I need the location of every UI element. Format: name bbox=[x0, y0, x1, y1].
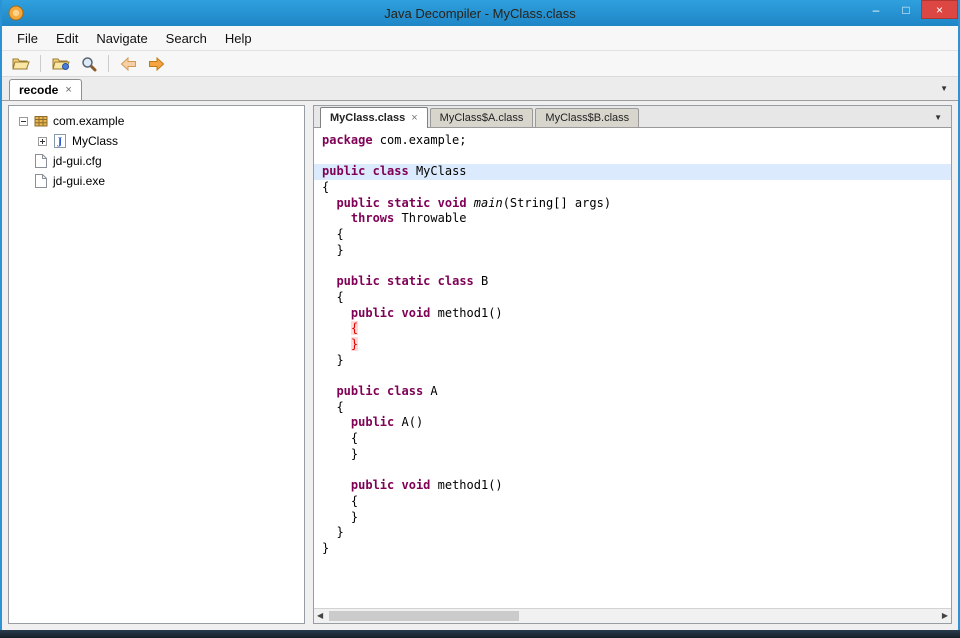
close-button[interactable]: × bbox=[921, 0, 958, 19]
workspace-tab-recode[interactable]: recode × bbox=[9, 79, 82, 100]
expand-icon[interactable] bbox=[38, 137, 47, 146]
tree-item-com-example[interactable]: com.example bbox=[9, 111, 304, 131]
menu-item-help[interactable]: Help bbox=[216, 28, 261, 49]
code-line: } bbox=[314, 510, 951, 526]
workspace-tab-dropdown-icon[interactable]: ▼ bbox=[940, 84, 948, 93]
open-folder-icon bbox=[12, 56, 30, 71]
editor-tab-strip: ▼ MyClass.class × MyClass$A.class MyClass$B… bbox=[314, 106, 951, 128]
file-icon bbox=[33, 154, 48, 168]
code-line: } bbox=[314, 447, 951, 463]
expander-spacer bbox=[19, 157, 28, 166]
back-arrow-icon bbox=[120, 57, 137, 71]
code-line: public A() bbox=[314, 415, 951, 431]
open-type-icon bbox=[52, 56, 70, 71]
back-button[interactable] bbox=[116, 53, 141, 75]
tree-item-myclass[interactable]: J MyClass bbox=[9, 131, 304, 151]
editor-tab-label: MyClass.class bbox=[330, 112, 405, 124]
package-icon bbox=[33, 114, 48, 128]
code-line: { bbox=[314, 290, 951, 306]
editor-tab-label: MyClass$B.class bbox=[545, 112, 629, 124]
code-line: public void method1() bbox=[314, 478, 951, 494]
menu-item-file[interactable]: File bbox=[8, 28, 47, 49]
menu-item-search[interactable]: Search bbox=[157, 28, 216, 49]
code-line bbox=[314, 368, 951, 384]
editor-tab-myclass-class[interactable]: MyClass.class × bbox=[320, 107, 428, 128]
editor-tab-label: MyClass$A.class bbox=[440, 112, 524, 124]
menubar: FileEditNavigateSearchHelp bbox=[2, 26, 958, 51]
workspace-tab-strip: recode × ▼ bbox=[2, 77, 958, 101]
open-type-button[interactable] bbox=[48, 53, 73, 75]
search-button[interactable] bbox=[76, 53, 101, 75]
scroll-left-icon[interactable]: ◀ bbox=[317, 611, 323, 620]
toolbar-separator bbox=[40, 55, 41, 72]
close-editor-tab-icon[interactable]: × bbox=[411, 112, 417, 124]
code-line: { bbox=[314, 494, 951, 510]
search-icon bbox=[81, 56, 97, 72]
scroll-right-icon[interactable]: ▶ bbox=[942, 611, 948, 620]
workspace-tab-label: recode bbox=[19, 83, 58, 97]
code-line bbox=[314, 149, 951, 165]
file-tree: com.example J MyClass jd-gui.cfg jd-gui.exe bbox=[8, 105, 305, 624]
code-line: } bbox=[314, 337, 951, 353]
code-line: { bbox=[314, 227, 951, 243]
toolbar-separator bbox=[108, 55, 109, 72]
svg-text:J: J bbox=[56, 138, 61, 148]
app-icon bbox=[8, 5, 24, 21]
code-line: package com.example; bbox=[314, 133, 951, 149]
code-line: { bbox=[314, 431, 951, 447]
code-line: { bbox=[314, 180, 951, 196]
tree-item-label: jd-gui.exe bbox=[53, 174, 105, 188]
code-area[interactable]: package com.example; public class MyClas… bbox=[314, 128, 951, 608]
collapse-icon[interactable] bbox=[19, 117, 28, 126]
code-line: throws Throwable bbox=[314, 211, 951, 227]
tree-item-label: MyClass bbox=[72, 134, 118, 148]
code-line: public static void main(String[] args) bbox=[314, 196, 951, 212]
tree-item-jd-gui-exe[interactable]: jd-gui.exe bbox=[9, 171, 304, 191]
minimize-button[interactable]: – bbox=[861, 0, 891, 19]
main-area: com.exampleJMyClassjd-gui.cfgjd-gui.exe … bbox=[2, 101, 958, 630]
toolbar bbox=[2, 51, 958, 77]
file-icon bbox=[33, 174, 48, 188]
code-line: } bbox=[314, 353, 951, 369]
code-line: public class MyClass bbox=[314, 164, 951, 180]
editor-tab-myclass-b-class[interactable]: MyClass$B.class bbox=[535, 108, 639, 127]
app-window: Java Decompiler - MyClass.class – □ × Fi… bbox=[0, 0, 960, 638]
code-line: public void method1() bbox=[314, 306, 951, 322]
code-line: { bbox=[314, 400, 951, 416]
code-line: public static class B bbox=[314, 274, 951, 290]
java-class-icon: J bbox=[52, 134, 67, 148]
expander-spacer bbox=[19, 177, 28, 186]
menu-item-navigate[interactable]: Navigate bbox=[87, 28, 156, 49]
window-controls: – □ × bbox=[861, 0, 958, 19]
editor-tab-dropdown-icon[interactable]: ▼ bbox=[934, 113, 942, 122]
forward-button[interactable] bbox=[144, 53, 169, 75]
editor-tab-myclass-a-class[interactable]: MyClass$A.class bbox=[430, 108, 534, 127]
panel-splitter[interactable] bbox=[305, 105, 313, 624]
code-line: } bbox=[314, 243, 951, 259]
code-line bbox=[314, 259, 951, 275]
code-line: public class A bbox=[314, 384, 951, 400]
maximize-button[interactable]: □ bbox=[891, 0, 921, 19]
code-line: { bbox=[314, 321, 951, 337]
scrollbar-thumb[interactable] bbox=[329, 611, 519, 621]
tree-item-label: jd-gui.cfg bbox=[53, 154, 102, 168]
editor-panel: ▼ MyClass.class × MyClass$A.class MyClass$B… bbox=[313, 105, 952, 624]
code-line: } bbox=[314, 541, 951, 557]
horizontal-scrollbar[interactable]: ◀ ▶ bbox=[314, 608, 951, 623]
tree-item-label: com.example bbox=[53, 114, 124, 128]
titlebar[interactable]: Java Decompiler - MyClass.class – □ × bbox=[2, 0, 958, 26]
window-title: Java Decompiler - MyClass.class bbox=[2, 6, 958, 21]
tree-item-jd-gui-cfg[interactable]: jd-gui.cfg bbox=[9, 151, 304, 171]
close-workspace-tab-icon[interactable]: × bbox=[65, 84, 71, 96]
forward-arrow-icon bbox=[148, 57, 165, 71]
code-line: } bbox=[314, 525, 951, 541]
open-file-button[interactable] bbox=[8, 53, 33, 75]
window-bottom-edge bbox=[0, 630, 960, 638]
menu-item-edit[interactable]: Edit bbox=[47, 28, 87, 49]
code-line bbox=[314, 462, 951, 478]
